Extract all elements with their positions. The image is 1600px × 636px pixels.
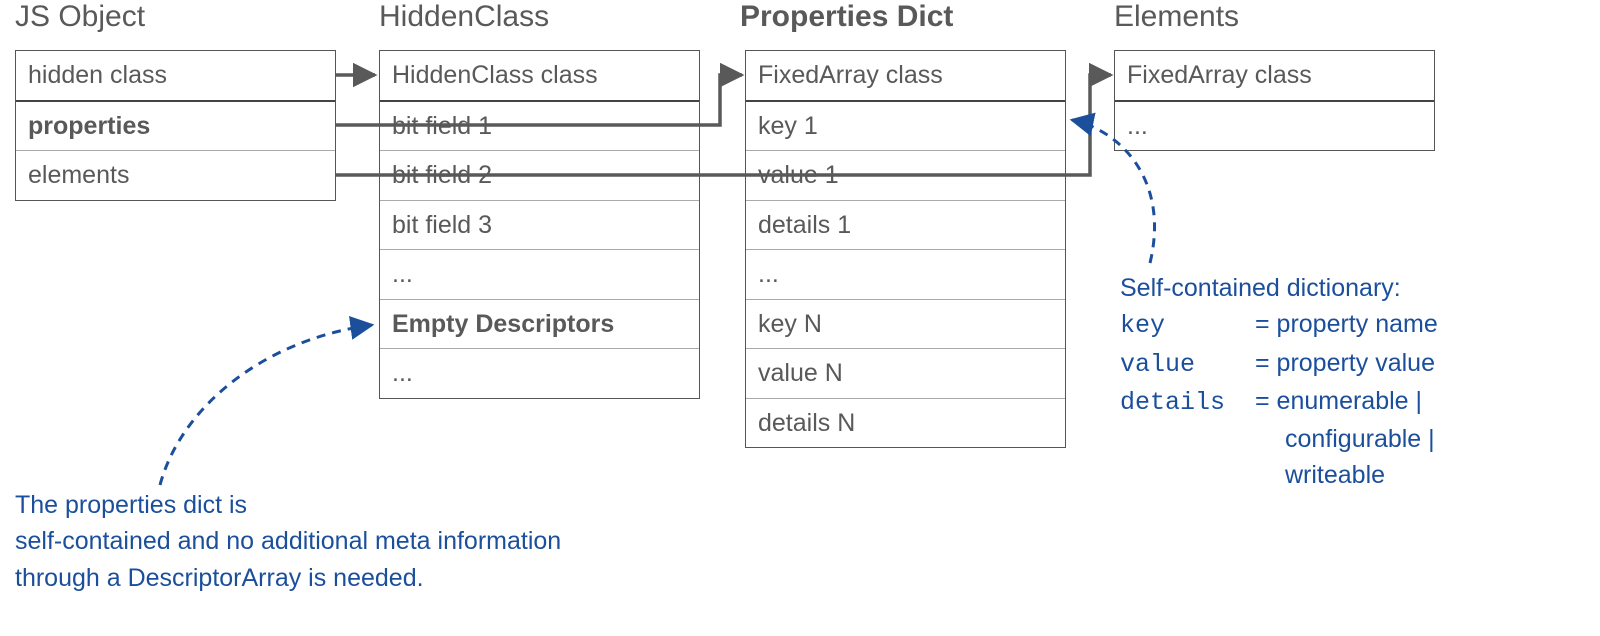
jsobject-cell-elements: elements: [16, 151, 335, 200]
annot-right-l5: writeable: [1120, 457, 1438, 493]
annot-right-l1: key= property name: [1120, 306, 1438, 344]
annot-right-l0: Self-contained dictionary:: [1120, 270, 1438, 306]
propdict-cell-v1: value 1: [746, 151, 1065, 201]
propdict-cell-dN: details N: [746, 399, 1065, 448]
hiddenclass-cell-header: HiddenClass class: [380, 51, 699, 102]
annotation-right: Self-contained dictionary: key= property…: [1120, 270, 1438, 494]
hiddenclass-cell-dots1: ...: [380, 250, 699, 300]
box-jsobject: hidden class properties elements: [15, 50, 336, 201]
elements-cell-header: FixedArray class: [1115, 51, 1434, 102]
box-elements: FixedArray class ...: [1114, 50, 1435, 151]
title-jsobject: JS Object: [15, 0, 145, 34]
propdict-cell-d1: details 1: [746, 201, 1065, 251]
box-hiddenclass: HiddenClass class bit field 1 bit field …: [379, 50, 700, 399]
hiddenclass-cell-emptydesc: Empty Descriptors: [380, 300, 699, 350]
hiddenclass-cell-dots2: ...: [380, 349, 699, 398]
title-hiddenclass: HiddenClass: [379, 0, 549, 34]
elements-cell-dots: ...: [1115, 102, 1434, 151]
annot-right-l2: value= property value: [1120, 345, 1438, 383]
box-propdict: FixedArray class key 1 value 1 details 1…: [745, 50, 1066, 448]
hiddenclass-cell-bit1: bit field 1: [380, 102, 699, 152]
propdict-cell-header: FixedArray class: [746, 51, 1065, 102]
hiddenclass-cell-bit2: bit field 2: [380, 151, 699, 201]
annot-left-l3: through a DescriptorArray is needed.: [15, 560, 561, 596]
annotation-left: The properties dict is self-contained an…: [15, 487, 561, 596]
propdict-cell-dots: ...: [746, 250, 1065, 300]
jsobject-cell-hiddenclass: hidden class: [16, 51, 335, 102]
title-propdict: Properties Dict: [740, 0, 953, 34]
propdict-cell-k1: key 1: [746, 102, 1065, 152]
propdict-cell-kN: key N: [746, 300, 1065, 350]
propdict-cell-vN: value N: [746, 349, 1065, 399]
jsobject-cell-properties: properties: [16, 102, 335, 152]
annot-right-l4: configurable |: [1120, 421, 1438, 457]
annot-right-l3: details= enumerable |: [1120, 383, 1438, 421]
hiddenclass-cell-bit3: bit field 3: [380, 201, 699, 251]
annot-left-l2: self-contained and no additional meta in…: [15, 523, 561, 559]
annot-left-l1: The properties dict is: [15, 487, 561, 523]
arrow-annot-left-to-emptydesc: [160, 325, 372, 485]
title-elements: Elements: [1114, 0, 1239, 34]
